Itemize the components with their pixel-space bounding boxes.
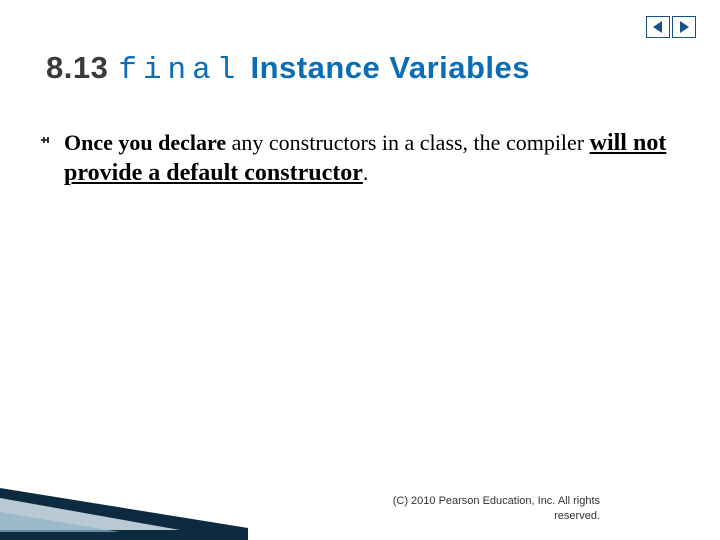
slide-title: 8.13 final Instance Variables: [0, 0, 720, 88]
triangle-left-icon: [651, 20, 665, 34]
title-keyword: final: [118, 53, 241, 88]
prev-slide-button[interactable]: [646, 16, 670, 38]
bullet-lead: Once you declare: [64, 130, 226, 155]
bullet-tail: .: [363, 160, 369, 185]
bullet-mid: any constructors in a class, the compile…: [226, 130, 590, 155]
section-number: 8.13: [46, 50, 108, 85]
next-slide-button[interactable]: [672, 16, 696, 38]
bullet-item: Once you declare any constructors in a c…: [40, 128, 670, 188]
copyright-text: (C) 2010 Pearson Education, Inc. All rig…: [360, 494, 600, 524]
title-rest: Instance Variables: [250, 50, 530, 85]
triangle-right-icon: [677, 20, 691, 34]
footer-decoration-icon: [0, 488, 248, 540]
bullet-text: Once you declare any constructors in a c…: [64, 128, 670, 188]
bullet-glyph-icon: [40, 128, 52, 156]
